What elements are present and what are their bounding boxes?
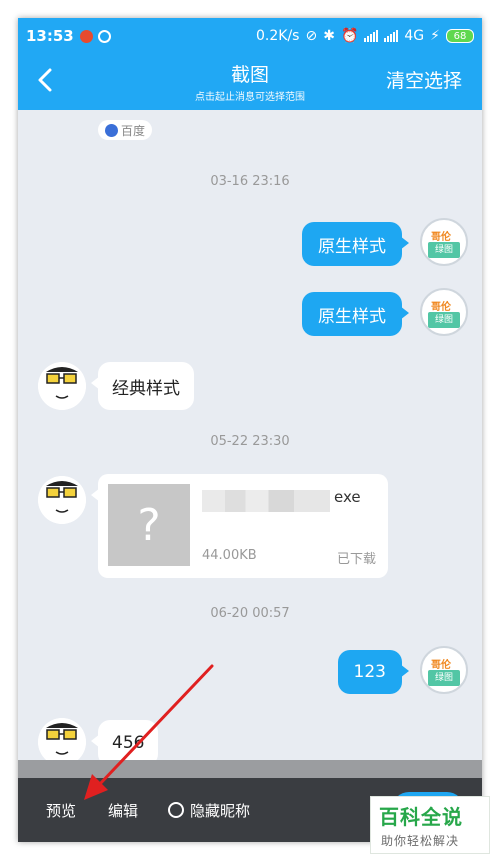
- notification-icon: [79, 29, 93, 43]
- chat-area[interactable]: 百度 03-16 23:16 原生样式 哥伦 绿图 原生样式 哥伦 绿图 经典样…: [18, 110, 482, 766]
- avatar-text-top: 哥伦: [431, 302, 451, 313]
- hide-nickname-radio[interactable]: [168, 802, 184, 818]
- network-type: 4G: [404, 28, 425, 44]
- file-download-state: 已下载: [336, 552, 376, 567]
- avatar-text-bottom: 绿图: [428, 242, 460, 258]
- source-badge-label: 百度: [121, 123, 146, 138]
- watermark-subtitle: 助你轻松解决: [381, 834, 460, 848]
- message-bubble[interactable]: 经典样式: [91, 362, 194, 410]
- status-time: 13:53: [26, 27, 74, 45]
- my-avatar[interactable]: 哥伦 绿图: [420, 218, 468, 266]
- preview-button[interactable]: 预览: [46, 800, 76, 821]
- watermark-title: 百科全说: [379, 805, 463, 829]
- watermark-logo: 百科全说 助你轻松解决: [370, 796, 490, 854]
- screenshot-frame: 13:53 0.2K/s ⊘ ✱ ⏰ 4G ⚡ 68 截图 点击起止消息可选择范…: [18, 18, 482, 842]
- timestamp: 06-20 00:57: [210, 606, 290, 621]
- hide-nickname-label[interactable]: 隐藏昵称: [190, 800, 250, 821]
- baidu-paw-icon: [105, 123, 118, 137]
- message-bubble[interactable]: 原生样式: [302, 222, 409, 266]
- avatar-text-top: 哥伦: [431, 232, 451, 243]
- unknown-file-icon: ?: [108, 484, 190, 566]
- net-speed: 0.2K/s: [256, 28, 300, 44]
- status-right: 0.2K/s ⊘ ✱ ⏰ 4G ⚡ 68: [256, 28, 474, 44]
- clear-selection-button[interactable]: 清空选择: [386, 66, 462, 93]
- message-bubble[interactable]: 123: [337, 650, 410, 694]
- alarm-icon: ⏰: [340, 28, 359, 44]
- link-icon: ⊘: [305, 28, 318, 44]
- avatar-text-bottom: 绿图: [428, 312, 460, 328]
- avatar-text-top: 哥伦: [431, 660, 451, 671]
- my-avatar[interactable]: 哥伦 绿图: [420, 288, 468, 336]
- top-bar: 13:53 0.2K/s ⊘ ✱ ⏰ 4G ⚡ 68 截图 点击起止消息可选择范…: [18, 18, 482, 110]
- location-icon: [97, 29, 111, 43]
- avatar-text-bottom: 绿图: [428, 670, 460, 686]
- timestamp: 05-22 23:30: [210, 434, 290, 449]
- charging-icon: ⚡: [430, 28, 440, 44]
- bluetooth-icon: ✱: [323, 28, 335, 44]
- header: 截图 点击起止消息可选择范围 清空选择: [18, 54, 482, 110]
- my-avatar[interactable]: 哥伦 绿图: [420, 646, 468, 694]
- file-extension: exe: [334, 488, 361, 506]
- contact-avatar[interactable]: [38, 718, 86, 766]
- timestamp: 03-16 23:16: [210, 174, 290, 189]
- file-name-blurred: [202, 490, 330, 512]
- message-bubble[interactable]: 原生样式: [302, 292, 409, 336]
- contact-avatar[interactable]: [38, 476, 86, 524]
- signal-icon: [364, 30, 379, 42]
- signal-icon-2: [384, 30, 399, 42]
- file-message-card[interactable]: ? exe 44.00KB 已下载: [91, 474, 388, 578]
- file-size: 44.00KB: [202, 548, 257, 563]
- source-badge: 百度: [98, 120, 153, 140]
- selection-strip: [18, 760, 482, 778]
- edit-button[interactable]: 编辑: [108, 800, 138, 821]
- status-bar: 13:53 0.2K/s ⊘ ✱ ⏰ 4G ⚡ 68: [18, 18, 482, 54]
- contact-avatar[interactable]: [38, 362, 86, 410]
- battery-icon: 68: [446, 29, 474, 43]
